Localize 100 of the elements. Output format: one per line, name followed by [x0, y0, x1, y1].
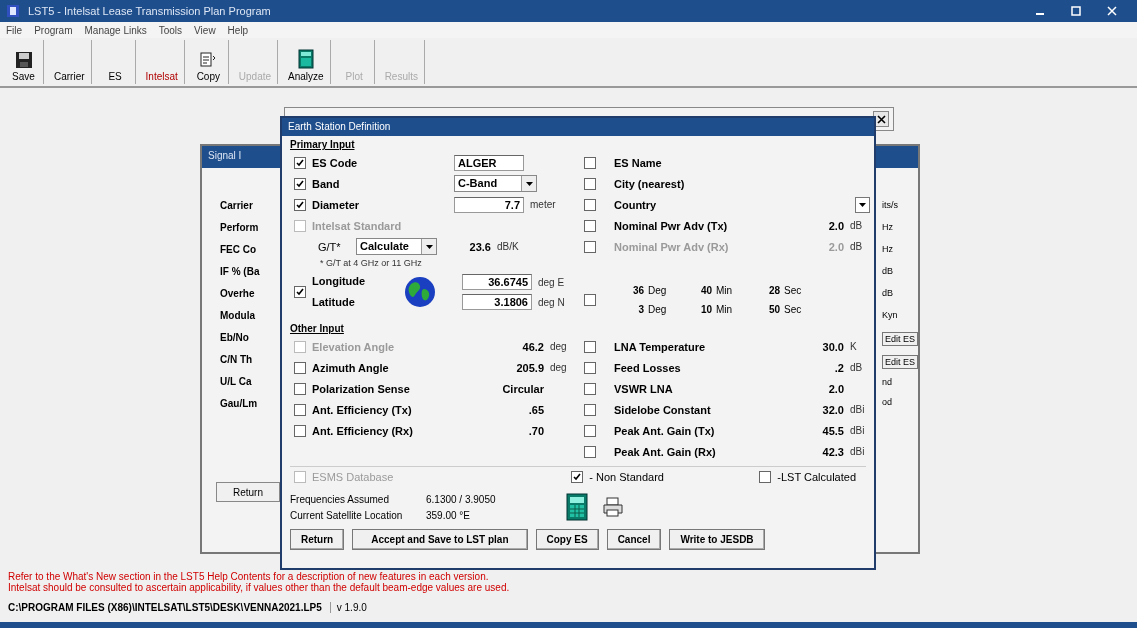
edit-button[interactable]: Edit ES — [882, 332, 918, 346]
window-title: LST5 - Intelsat Lease Transmission Plan Program — [28, 5, 271, 17]
input-field[interactable]: 3.1806 — [462, 294, 532, 310]
menu-item[interactable]: Manage Links — [84, 24, 147, 36]
dropdown-button[interactable] — [854, 196, 870, 213]
field-label: Sidelobe Constant — [614, 403, 712, 416]
checkbox[interactable] — [584, 294, 596, 306]
menu-item[interactable]: File — [6, 24, 23, 36]
checkbox[interactable] — [294, 177, 306, 190]
unit-label: Min — [716, 284, 734, 297]
calculator-icon[interactable] — [566, 493, 588, 521]
unit-label: deg N — [538, 296, 565, 308]
unit-label: K — [850, 341, 857, 352]
checkbox[interactable] — [294, 382, 306, 395]
checkbox[interactable] — [584, 403, 596, 416]
gt-dropdown[interactable]: Calculate — [356, 238, 437, 255]
checkbox[interactable] — [584, 382, 596, 395]
menu-item[interactable]: Tools — [158, 24, 183, 36]
unit-label: Deg — [648, 303, 668, 316]
close-icon[interactable] — [1107, 6, 1117, 16]
field-label: Carrier — [220, 199, 254, 213]
field-value: 40 — [699, 284, 712, 297]
checkbox[interactable] — [584, 156, 596, 169]
field-value: .70 — [527, 424, 544, 437]
checkbox[interactable] — [584, 361, 596, 374]
field-label: Nominal Pwr Adv (Tx) — [614, 219, 729, 232]
field-label: Intelsat Standard — [312, 219, 403, 232]
field-value: 36 — [631, 284, 644, 297]
unit-label: Hz — [882, 243, 893, 256]
field-value: 46.2 — [521, 340, 544, 353]
band-dropdown[interactable]: C-Band — [454, 175, 537, 192]
dialog-button[interactable]: Return — [290, 529, 345, 550]
return-button[interactable]: Return — [216, 482, 280, 502]
unit-label: meter — [530, 199, 556, 210]
input-field[interactable]: 36.6745 — [462, 274, 532, 290]
field-label: nd — [882, 376, 892, 389]
field-label: Perform — [220, 221, 260, 235]
unit-label: Deg — [648, 284, 668, 297]
checkbox[interactable] — [294, 424, 306, 437]
unit-label: deg — [550, 362, 567, 373]
checkbox[interactable] — [294, 286, 306, 298]
field-value: 28 — [767, 284, 780, 297]
unit-label: Hz — [882, 221, 893, 234]
field-label: Eb/No — [220, 331, 250, 345]
note-text: * G/T at 4 GHz or 11 GHz — [319, 257, 423, 270]
field-label: Overhe — [220, 287, 256, 301]
checkbox[interactable] — [584, 445, 596, 458]
info-value: 359.00 °E — [426, 508, 471, 522]
unit-label: dB — [882, 265, 893, 278]
input-field[interactable]: ALGER — [454, 154, 524, 171]
maximize-icon[interactable] — [1071, 6, 1081, 16]
checkbox[interactable] — [584, 424, 596, 437]
field-label: LNA Temperature — [614, 340, 707, 353]
field-value: 2.0 — [827, 240, 844, 253]
unit-label: dB — [850, 362, 863, 373]
unit-label: deg E — [538, 276, 565, 288]
caret-icon — [525, 181, 533, 186]
unit-label: Min — [716, 303, 734, 316]
field-value: 205.9 — [515, 361, 544, 374]
field-label: Peak Ant. Gain (Rx) — [614, 445, 717, 458]
edit-button[interactable]: Edit ES — [882, 355, 918, 369]
input-field[interactable]: 7.7 — [454, 196, 524, 213]
checkbox[interactable] — [294, 403, 306, 416]
checkbox[interactable] — [294, 198, 306, 211]
field-label: Longitude — [312, 275, 367, 288]
dialog-title: Earth Station Definition — [282, 118, 874, 136]
checkbox[interactable] — [584, 340, 596, 353]
field-value: 2.0 — [827, 382, 844, 395]
checkbox[interactable] — [584, 198, 596, 211]
field-value: 10 — [699, 303, 712, 316]
checkbox[interactable] — [294, 156, 306, 169]
dialog-button[interactable]: Write to JESDB — [669, 529, 765, 550]
checkbox[interactable] — [584, 219, 596, 232]
printer-icon[interactable] — [602, 496, 624, 518]
unit-label: dBi — [850, 404, 865, 415]
field-label: Azimuth Angle — [312, 361, 390, 374]
field-label: G/T* — [318, 240, 342, 253]
menu-item[interactable]: Help — [227, 24, 249, 36]
field-label: Feed Losses — [614, 361, 682, 374]
checkbox[interactable] — [294, 361, 306, 374]
field-value: 32.0 — [821, 403, 844, 416]
dialog-button[interactable]: Copy ES — [535, 529, 599, 550]
field-label: FEC Co — [220, 243, 258, 257]
field-label: od — [882, 396, 892, 409]
menu-item[interactable]: Program — [34, 24, 73, 36]
unit-label: its/s — [882, 199, 898, 212]
menu-item[interactable]: View — [194, 24, 216, 36]
notice-text: Refer to the What's New section in the LST5 Help Contents for a description of new features in each version. — [8, 571, 489, 582]
checkbox[interactable] — [571, 471, 584, 483]
checkbox[interactable] — [584, 177, 596, 190]
unit-label: dBi — [850, 446, 865, 457]
caret-icon — [858, 202, 866, 207]
dialog-button[interactable]: Accept and Save to LST plan — [352, 529, 528, 550]
unit-label: deg — [550, 341, 567, 352]
field-value: .2 — [833, 361, 844, 374]
checkbox[interactable] — [759, 471, 772, 483]
info-label: Frequencies Assumed — [290, 492, 390, 506]
floppy-icon — [14, 51, 33, 69]
field-label: Polarization Sense — [312, 382, 411, 395]
dialog-button[interactable]: Cancel — [606, 529, 662, 550]
